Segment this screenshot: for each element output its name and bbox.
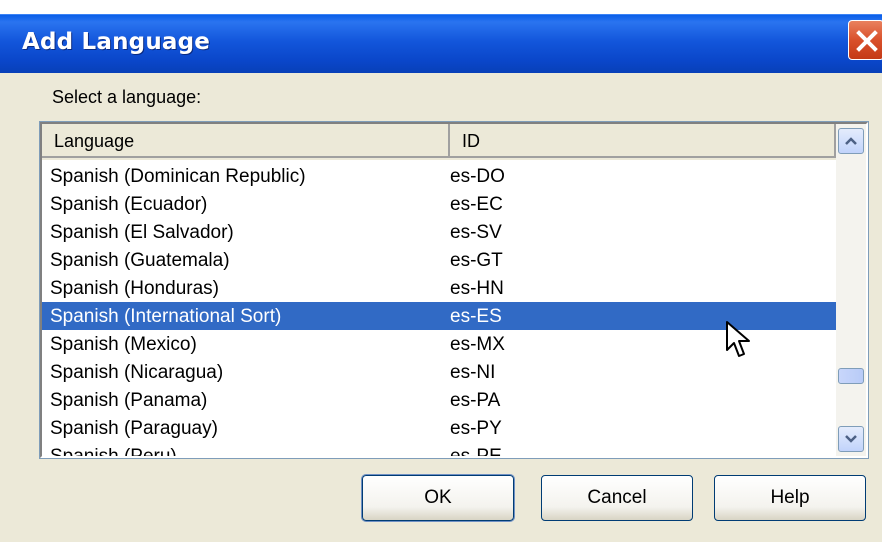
column-header-language[interactable]: Language [42, 124, 450, 158]
list-item[interactable]: Spanish (El Salvador) es-SV [42, 218, 836, 246]
language-id: es-EC [450, 194, 503, 215]
vertical-scrollbar[interactable] [836, 124, 866, 456]
list-item-selected[interactable]: Spanish (International Sort) es-ES [42, 302, 836, 330]
scrollbar-thumb[interactable] [838, 368, 864, 384]
language-id: es-ES [450, 306, 502, 327]
chevron-up-icon [845, 137, 857, 145]
language-id: es-PA [450, 390, 501, 411]
language-id: es-PE [450, 446, 502, 458]
list-item[interactable]: Spanish (Peru) es-PE [42, 442, 836, 458]
list-item[interactable]: Spanish (Honduras) es-HN [42, 274, 836, 302]
language-name: Spanish (Dominican Republic) [50, 166, 306, 187]
add-language-dialog: Add Language Select a language: Language… [0, 0, 882, 542]
language-name: Spanish (Ecuador) [50, 194, 208, 215]
list-item[interactable]: Spanish (Mexico) es-MX [42, 330, 836, 358]
language-name: Spanish (Peru) [50, 446, 177, 458]
list-item[interactable]: Spanish (Dominican Republic) es-DO [42, 162, 836, 190]
language-name: Spanish (Paraguay) [50, 418, 218, 439]
window-title: Add Language [22, 29, 211, 55]
title-bar[interactable]: Add Language [0, 14, 882, 73]
ok-button[interactable]: OK [361, 474, 515, 522]
language-name: Spanish (Nicaragua) [50, 362, 224, 383]
language-name: Spanish (Panama) [50, 390, 208, 411]
language-id: es-DO [450, 166, 505, 187]
language-name: Spanish (International Sort) [50, 306, 282, 327]
close-button[interactable] [848, 20, 882, 60]
close-icon [856, 30, 878, 52]
list-item[interactable]: Spanish (Paraguay) es-PY [42, 414, 836, 442]
language-id: es-MX [450, 334, 505, 355]
help-button[interactable]: Help [714, 475, 866, 521]
language-name: Spanish (Honduras) [50, 278, 219, 299]
cancel-button[interactable]: Cancel [541, 475, 693, 521]
language-id: es-PY [450, 418, 502, 439]
chevron-down-icon [845, 435, 857, 443]
titlebar-top-edge [0, 0, 882, 14]
list-item[interactable]: Spanish (Nicaragua) es-NI [42, 358, 836, 386]
language-id: es-NI [450, 362, 496, 383]
list-item[interactable]: Spanish (Ecuador) es-EC [42, 190, 836, 218]
select-language-label: Select a language: [52, 87, 202, 107]
list-item[interactable]: Spanish (Guatemala) es-GT [42, 246, 836, 274]
language-name: Spanish (Mexico) [50, 334, 197, 355]
list-item[interactable]: Spanish (Panama) es-PA [42, 386, 836, 414]
language-id: es-GT [450, 250, 503, 271]
language-id: es-HN [450, 278, 504, 299]
mouse-pointer-icon [726, 321, 750, 357]
scroll-down-button[interactable] [838, 426, 864, 452]
scroll-up-button[interactable] [838, 128, 864, 154]
language-name: Spanish (El Salvador) [50, 222, 234, 243]
column-header-id[interactable]: ID [450, 124, 836, 158]
list-header: Language ID [42, 124, 836, 160]
language-list[interactable]: Language ID Spanish (Dominican Republic)… [39, 121, 869, 459]
language-id: es-SV [450, 222, 502, 243]
language-name: Spanish (Guatemala) [50, 250, 230, 271]
